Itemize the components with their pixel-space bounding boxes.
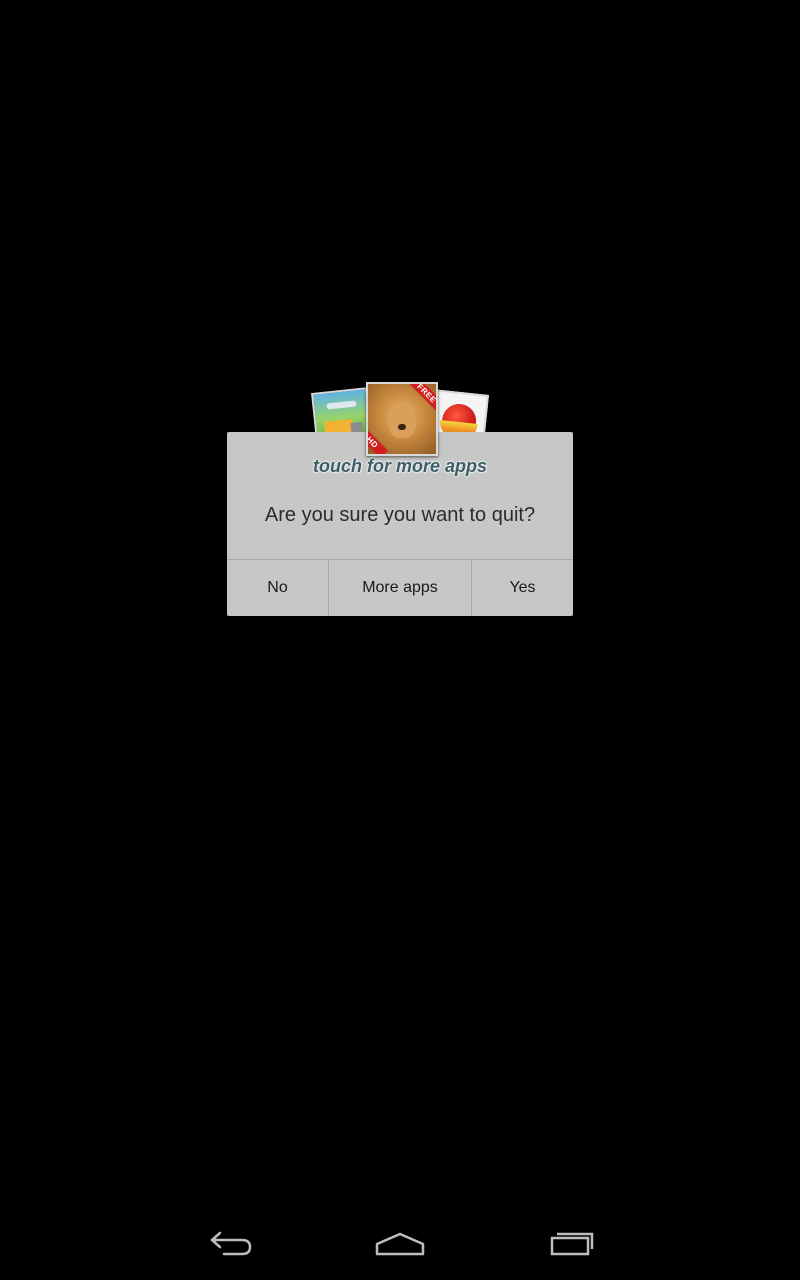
promo-text: touch for more apps	[312, 456, 487, 476]
dialog-button-bar: No More apps Yes	[227, 559, 573, 616]
navigation-bar	[0, 1208, 800, 1280]
hd-badge: HD	[368, 427, 388, 454]
home-icon[interactable]	[368, 1222, 432, 1266]
more-apps-promo-banner[interactable]: FREE HD touch for more apps	[300, 380, 500, 480]
recents-icon[interactable]	[540, 1222, 604, 1266]
yes-button[interactable]: Yes	[472, 560, 573, 616]
more-apps-button[interactable]: More apps	[329, 560, 472, 616]
back-icon[interactable]	[198, 1222, 262, 1266]
screen: FREE HD touch for more apps Are you sure…	[0, 0, 800, 1280]
no-button[interactable]: No	[227, 560, 329, 616]
dialog-message: Are you sure you want to quit?	[264, 504, 536, 526]
lion-app-icon: FREE HD	[366, 382, 438, 456]
